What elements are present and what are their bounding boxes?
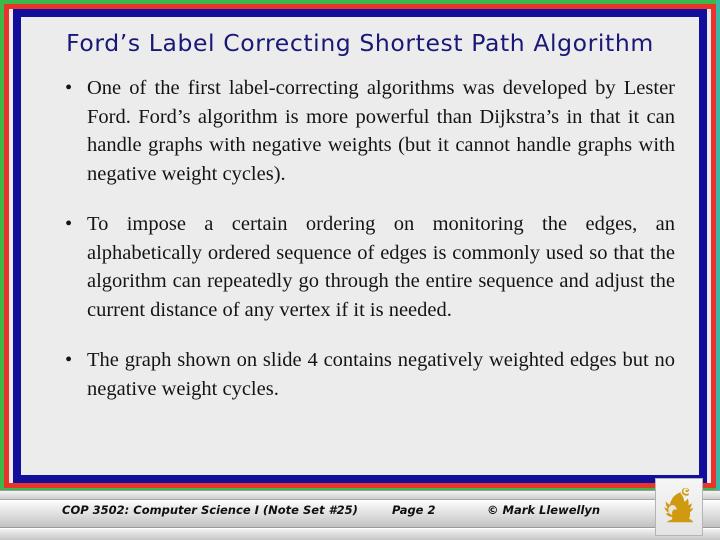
footer-copyright: © Mark Llewellyn: [487, 503, 601, 517]
bullet-item-2-text: To impose a certain ordering on monitori…: [87, 213, 675, 321]
bullet-marker-icon: •: [65, 77, 73, 99]
bullet-list: • One of the first label-correcting algo…: [51, 74, 675, 403]
footer-top-strip: [0, 490, 720, 500]
ucf-pegasus-logo-container: [655, 478, 703, 536]
bullet-item-1-text: One of the first label-correcting algori…: [87, 77, 675, 185]
bullet-item-2: • To impose a certain ordering on monito…: [51, 210, 675, 324]
footer-bottom-strip: [0, 529, 720, 540]
bullet-item-3: • The graph shown on slide 4 contains ne…: [51, 346, 675, 403]
slide-content-area: Ford’s Label Correcting Shortest Path Al…: [21, 17, 699, 475]
slide-canvas: Ford’s Label Correcting Shortest Path Al…: [0, 0, 720, 540]
bullet-marker-icon: •: [65, 349, 73, 371]
footer-course-label: COP 3502: Computer Science I (Note Set #…: [62, 503, 358, 517]
slide-footer: COP 3502: Computer Science I (Note Set #…: [0, 490, 720, 540]
bullet-marker-icon: •: [65, 213, 73, 235]
frame-border-teal: [716, 0, 720, 492]
page-title: Ford’s Label Correcting Shortest Path Al…: [66, 29, 654, 57]
ucf-pegasus-logo-icon: [664, 487, 694, 523]
bullet-item-1: • One of the first label-correcting algo…: [51, 74, 675, 188]
footer-page-number: Page 2: [392, 503, 436, 517]
bullet-item-3-text: The graph shown on slide 4 contains nega…: [87, 349, 675, 400]
